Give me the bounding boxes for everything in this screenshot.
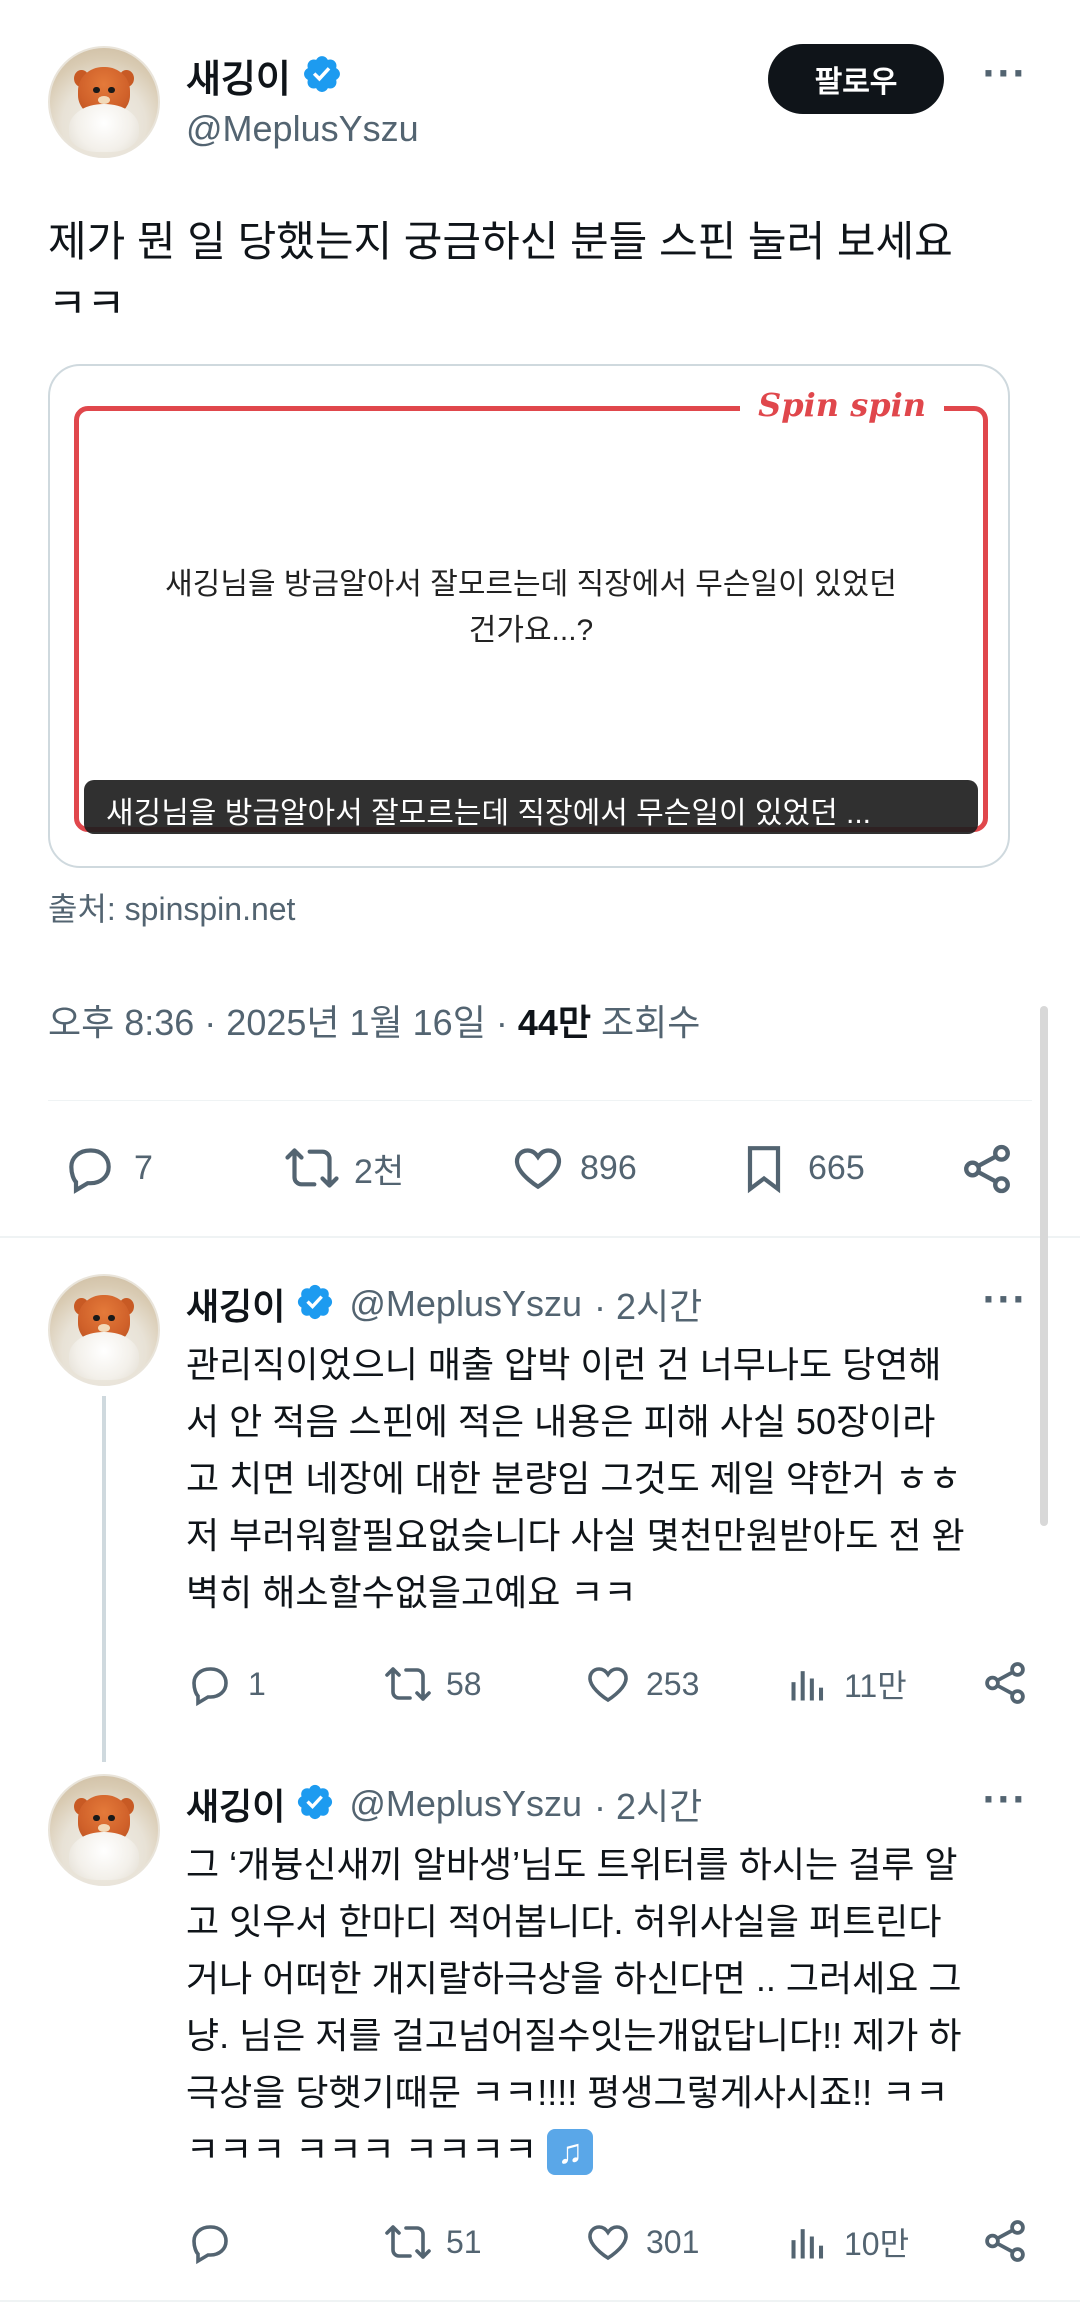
divider — [0, 1236, 1080, 1238]
like-icon — [584, 2218, 632, 2266]
reply-text: 관리직이었으니 매출 압박 이런 건 너무나도 당연해 서 안 적음 스핀에 적… — [186, 1336, 1036, 1621]
card-source-link[interactable]: 출처: spinspin.net — [48, 884, 295, 930]
reply-time[interactable]: · 2시간 — [594, 1278, 702, 1330]
views-icon — [786, 1660, 830, 1708]
spin-card[interactable]: Spin spin 새깅님을 방금알아서 잘모르는데 직장에서 무슨일이 있었던… — [48, 364, 1010, 868]
like-count: 253 — [646, 1665, 700, 1702]
reply-text-segment: ㅋㅋㅋ ㅋㅋㅋ ㅋㅋㅋㅋ — [186, 2129, 538, 2170]
like-icon — [510, 1140, 566, 1196]
bookmark-icon — [736, 1140, 792, 1196]
reply-text-line: 그 ‘개븅신새끼 알바생’님도 트위터를 하시는 걸루 알 — [186, 1844, 958, 1885]
author-avatar[interactable] — [48, 46, 160, 158]
author-handle[interactable]: @MeplusYszu — [186, 108, 419, 150]
like-button[interactable]: 896 — [510, 1140, 637, 1196]
reply-button[interactable]: 1 — [186, 1660, 266, 1708]
reply-text-line: 고 치면 네장에 대한 분량임 그것도 제일 약한거 ㅎㅎ — [186, 1458, 962, 1499]
reply-author-name[interactable]: 새깅이 — [186, 1778, 285, 1830]
tweet-meta: 오후 8:36 · 2025년 1월 16일 · 44만 조회수 — [48, 994, 700, 1046]
reply-icon — [186, 2218, 234, 2266]
views-count: 10만 — [844, 2226, 910, 2262]
bookmark-count: 665 — [808, 1148, 865, 1187]
reply-button[interactable]: 7 — [62, 1140, 153, 1196]
reply-text-line: 거나 어떠한 개지랄하극상을 하신다면 .. 그러세요 그 — [186, 1958, 962, 1999]
follow-button[interactable]: 팔로우 — [768, 44, 944, 114]
reply-icon — [186, 1660, 234, 1708]
views-button[interactable]: 11만 — [786, 1660, 907, 1708]
reply-author-name[interactable]: 새깅이 — [186, 1278, 285, 1330]
reply-author-handle[interactable]: @MeplusYszu — [349, 1783, 582, 1825]
tweet-text-line1: 제가 뭔 일 당했는지 궁금하신 분들 스핀 눌러 보세요 — [48, 218, 953, 265]
more-icon[interactable]: ··· — [982, 54, 1027, 94]
reply-text: 그 ‘개븅신새끼 알바생’님도 트위터를 하시는 걸루 알 고 잇우서 한마디 … — [186, 1836, 1036, 2178]
bookmark-button[interactable]: 665 — [736, 1140, 865, 1196]
share-icon — [958, 1140, 1016, 1198]
share-button[interactable] — [958, 1140, 1016, 1198]
verified-badge-icon — [295, 1782, 335, 1826]
reply-header: 새깅이 @MeplusYszu · 2시간 — [186, 1778, 702, 1830]
verified-badge-icon — [295, 1282, 335, 1326]
share-button[interactable] — [980, 2216, 1030, 2266]
reply-time[interactable]: · 2시간 — [594, 1778, 702, 1830]
reply-text-line: 서 안 적음 스핀에 적은 내용은 피해 사실 50장이라 — [186, 1401, 936, 1442]
share-button[interactable] — [980, 1658, 1030, 1708]
retweet-icon — [382, 2218, 434, 2266]
views-label: 조회수 — [590, 1002, 701, 1043]
reply-avatar[interactable] — [48, 1274, 160, 1386]
card-question-line1: 새깅님을 방금알아서 잘모르는데 직장에서 무슨일이 있었던 — [165, 568, 897, 601]
verified-badge-icon — [301, 53, 343, 99]
like-count: 896 — [580, 1148, 637, 1187]
reply-text-line: 극상을 당햇기때문 ㅋㅋ!!!! 평생그렇게사시죠!! ㅋㅋ — [186, 2072, 949, 2113]
views-button[interactable]: 10만 — [786, 2218, 909, 2266]
retweet-button[interactable]: 2천 — [282, 1140, 404, 1196]
reply-text-line: 관리직이었으니 매출 압박 이런 건 너무나도 당연해 — [186, 1344, 942, 1385]
music-note-icon: ♫ — [547, 2129, 594, 2176]
like-button[interactable]: 253 — [584, 1660, 699, 1708]
reply-count: 1 — [248, 1665, 266, 1702]
card-caption: 새깅님을 방금알아서 잘모르는데 직장에서 무슨일이 있었던 ... — [84, 780, 978, 834]
views-icon — [786, 2218, 830, 2266]
retweet-count: 51 — [446, 2223, 482, 2260]
card-brand-logo: Spin spin — [740, 386, 944, 424]
reply-text-line: 벽히 해소할수없을고예요 ㅋㅋ — [186, 1572, 637, 1613]
tweet-timestamp[interactable]: 오후 8:36 · 2025년 1월 16일 · — [48, 1002, 518, 1043]
reply-text-line: 고 잇우서 한마디 적어봅니다. 허위사실을 퍼트린다 — [186, 1901, 942, 1942]
reply-icon — [62, 1140, 118, 1196]
retweet-button[interactable]: 58 — [382, 1660, 482, 1708]
card-question: 새깅님을 방금알아서 잘모르는데 직장에서 무슨일이 있었던 건가요...? — [110, 562, 952, 654]
views-count: 11만 — [844, 1668, 907, 1704]
more-icon[interactable]: ··· — [982, 1780, 1027, 1820]
thread-line — [102, 1396, 106, 1762]
scrollbar[interactable] — [1040, 1006, 1048, 1526]
retweet-count: 58 — [446, 1665, 482, 1702]
author-name-row[interactable]: 새깅이 — [186, 48, 343, 103]
retweet-count: 2천 — [354, 1152, 405, 1191]
share-icon — [980, 2216, 1030, 2266]
reply-text-line: 냥. 님은 저를 걸고넘어질수잇는개없답니다!! 제가 하 — [186, 2015, 962, 2056]
more-icon[interactable]: ··· — [982, 1280, 1027, 1320]
card-question-line2: 건가요...? — [468, 614, 594, 647]
like-count: 301 — [646, 2223, 700, 2260]
reply-header: 새깅이 @MeplusYszu · 2시간 — [186, 1278, 702, 1330]
reply-count: 7 — [134, 1148, 153, 1187]
retweet-icon — [382, 1660, 434, 1708]
reply-text-line: ㅋㅋㅋ ㅋㅋㅋ ㅋㅋㅋㅋ ♫ — [186, 2121, 1036, 2178]
reply-author-handle[interactable]: @MeplusYszu — [349, 1283, 582, 1325]
like-button[interactable]: 301 — [584, 2218, 699, 2266]
reply-button[interactable] — [186, 2218, 248, 2266]
share-icon — [980, 1658, 1030, 1708]
tweet-text-line2: ㅋㅋ — [48, 280, 126, 327]
author-name[interactable]: 새깅이 — [186, 48, 291, 103]
divider — [0, 2300, 1080, 2302]
views-count: 44만 — [517, 1002, 591, 1043]
reply-avatar[interactable] — [48, 1774, 160, 1886]
retweet-icon — [282, 1140, 342, 1196]
like-icon — [584, 1660, 632, 1708]
divider — [48, 1100, 1032, 1101]
retweet-button[interactable]: 51 — [382, 2218, 482, 2266]
reply-text-line: 저 부러워할필요없슺니다 사실 몇천만원받아도 전 완 — [186, 1515, 965, 1556]
